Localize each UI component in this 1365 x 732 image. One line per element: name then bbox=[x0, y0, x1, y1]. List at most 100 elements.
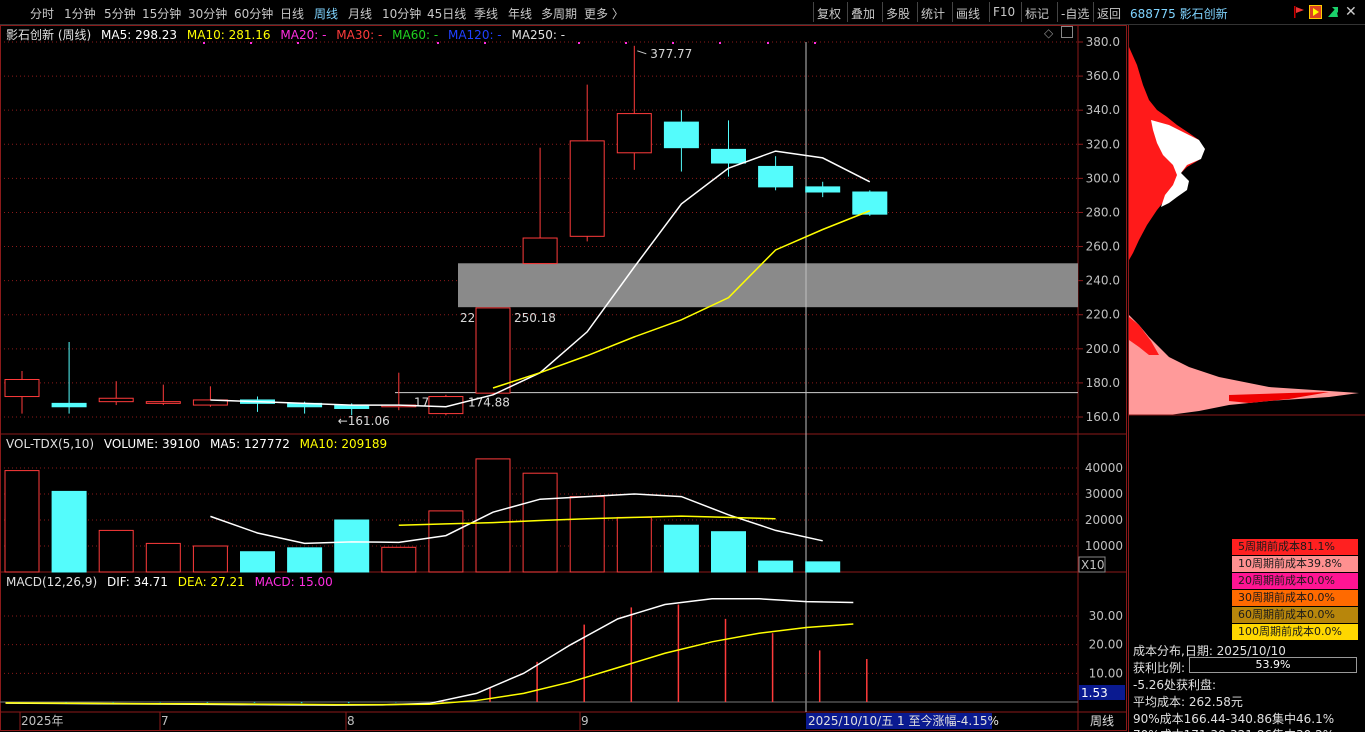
volume-bar bbox=[98, 529, 134, 573]
period-tab-10[interactable]: 45日线 bbox=[427, 5, 466, 22]
toolbar-separator bbox=[882, 2, 883, 22]
date-label: 7 bbox=[161, 714, 169, 728]
volume-bar bbox=[522, 472, 558, 573]
candle-body bbox=[4, 379, 40, 398]
period-tab-8[interactable]: 月线 bbox=[348, 5, 372, 22]
low-label: ←161.06 bbox=[338, 414, 390, 428]
volume-bar bbox=[758, 560, 794, 573]
profit-price: -5.26处获利盘: bbox=[1133, 678, 1217, 692]
volume-title: VOL-TDX(5,10) bbox=[6, 437, 95, 451]
ma10-label: MA10: 281.16 bbox=[186, 28, 271, 42]
cost-90: 90%成本166.44-340.86集中46.1% bbox=[1133, 712, 1335, 726]
volume-bar bbox=[192, 545, 228, 573]
toolbar-separator bbox=[813, 2, 814, 22]
toolbar-separator bbox=[847, 2, 848, 22]
cost-row-3: 30周期前成本0.0% bbox=[1232, 590, 1358, 606]
macd-current-value: 1.53 bbox=[1081, 686, 1108, 700]
volume-unit: X10 bbox=[1081, 558, 1105, 572]
high-pointer bbox=[637, 50, 647, 55]
period-tab-4[interactable]: 30分钟 bbox=[188, 5, 227, 22]
tool-button-7[interactable]: -自选 bbox=[1061, 5, 1089, 22]
volume-value: VOLUME: 39100 bbox=[103, 437, 201, 451]
toolbar-separator bbox=[1093, 2, 1094, 22]
diamond-icon[interactable]: ◇ bbox=[1044, 26, 1053, 40]
volume-bar bbox=[240, 551, 275, 573]
top-toolbar: 分时 1分钟 5分钟 15分钟 30分钟 60分钟 日线 周线 月线 10分钟 45日线 季线 年线 多周… bbox=[0, 0, 1365, 25]
volume-bar bbox=[569, 496, 605, 573]
candle-body bbox=[475, 307, 511, 394]
volume-bar bbox=[381, 546, 417, 573]
ma30-label: MA30: - bbox=[336, 28, 383, 42]
cost-row-2: 20周期前成本0.0% bbox=[1232, 573, 1358, 589]
period-tab-5[interactable]: 60分钟 bbox=[234, 5, 273, 22]
period-tab-13[interactable]: 多周期 bbox=[541, 5, 577, 22]
dif-value: DIF: 34.71 bbox=[106, 575, 168, 589]
volume-bar bbox=[287, 547, 323, 573]
price-axis-label: 160.0 bbox=[1086, 410, 1120, 424]
ma20-label: MA20: - bbox=[280, 28, 327, 42]
flag-icon[interactable] bbox=[1293, 6, 1304, 18]
arrow-up-right-icon[interactable] bbox=[1326, 5, 1339, 22]
date-label: 8 bbox=[347, 714, 355, 728]
cost-distribution-chart bbox=[1129, 47, 1365, 416]
marker-dot bbox=[814, 42, 816, 44]
volume-ma5: MA5: 127772 bbox=[209, 437, 290, 451]
tool-button-3[interactable]: 统计 bbox=[921, 5, 945, 22]
period-tab-14[interactable]: 更多 〉 bbox=[584, 5, 624, 22]
candle-body bbox=[805, 186, 841, 193]
macd-axis-label: 10.00 bbox=[1089, 666, 1123, 680]
marker-dot bbox=[578, 42, 580, 44]
candle-body bbox=[428, 396, 464, 415]
period-tab-2[interactable]: 5分钟 bbox=[104, 5, 136, 22]
volume-axis-label: 20000 bbox=[1085, 513, 1123, 527]
candle-body bbox=[569, 140, 605, 237]
volume-bar bbox=[805, 561, 841, 573]
chart-area: 380.0 360.0 340.0 320.0 300.0 280.0 260.0 240.0… bbox=[0, 25, 1127, 732]
price-gap-box bbox=[458, 263, 1078, 308]
price-axis-label: 320.0 bbox=[1086, 137, 1120, 151]
tool-button-5[interactable]: F10 bbox=[993, 5, 1015, 19]
volume-bar bbox=[663, 524, 699, 573]
volume-axis-label: 30000 bbox=[1085, 487, 1123, 501]
candle-body bbox=[522, 237, 558, 265]
ma5-label: MA5: 298.23 bbox=[101, 28, 178, 42]
price-axis-label: 200.0 bbox=[1086, 342, 1120, 356]
period-tab-11[interactable]: 季线 bbox=[474, 5, 498, 22]
macd-axis-label: 30.00 bbox=[1089, 609, 1123, 623]
tool-button-8[interactable]: 返回 bbox=[1097, 5, 1121, 22]
chart-frame bbox=[0, 25, 1127, 731]
tool-button-4[interactable]: 画线 bbox=[956, 5, 980, 22]
cost-row-5: 100周期前成本0.0% bbox=[1232, 624, 1358, 640]
period-tab-7[interactable]: 周线 bbox=[314, 5, 338, 22]
chart-title: 影石创新 (周线) bbox=[6, 28, 92, 42]
marker-dot bbox=[672, 42, 674, 44]
period-tab-3[interactable]: 15分钟 bbox=[142, 5, 181, 22]
window-box-icon[interactable] bbox=[1061, 26, 1073, 38]
status-text: 2025/10/10/五 1 至今涨幅-4.15% bbox=[808, 713, 999, 728]
price-axis-label: 220.0 bbox=[1086, 308, 1120, 322]
volume-bar bbox=[334, 519, 370, 573]
period-tab-6[interactable]: 日线 bbox=[280, 5, 304, 22]
candle-body bbox=[98, 397, 134, 403]
volume-bar bbox=[616, 516, 652, 573]
profit-bar: 53.9% bbox=[1189, 657, 1357, 673]
candle-body bbox=[711, 148, 746, 164]
price-axis-label: 180.0 bbox=[1086, 376, 1120, 390]
tool-button-1[interactable]: 叠加 bbox=[851, 5, 875, 22]
tool-button-2[interactable]: 多股 bbox=[886, 5, 910, 22]
period-tab-1[interactable]: 1分钟 bbox=[64, 5, 96, 22]
cost-row-1: 10周期前成本39.8% bbox=[1232, 556, 1358, 572]
play-icon[interactable] bbox=[1309, 5, 1322, 19]
period-tab-9[interactable]: 10分钟 bbox=[382, 5, 421, 22]
volume-bar bbox=[51, 490, 87, 573]
price-axis-label: 360.0 bbox=[1086, 69, 1120, 83]
period-tab-12[interactable]: 年线 bbox=[508, 5, 532, 22]
close-icon[interactable]: ✕ bbox=[1345, 4, 1357, 20]
cost-row-4: 60周期前成本0.0% bbox=[1232, 607, 1358, 623]
tool-button-6[interactable]: 标记 bbox=[1025, 5, 1049, 22]
stock-code-name[interactable]: 688775 影石创新 bbox=[1130, 5, 1228, 22]
volume-ma10: MA10: 209189 bbox=[299, 437, 388, 451]
kline-chart-svg[interactable]: 380.0 360.0 340.0 320.0 300.0 280.0 260.0 240.0… bbox=[0, 25, 1127, 732]
period-tab-0[interactable]: 分时 bbox=[30, 5, 54, 22]
tool-button-0[interactable]: 复权 bbox=[817, 5, 841, 22]
